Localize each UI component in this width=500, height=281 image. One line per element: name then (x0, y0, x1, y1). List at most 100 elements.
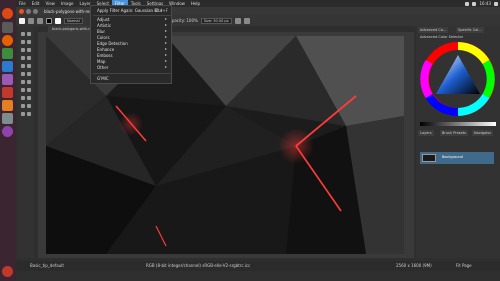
right-dock: Advanced Co... Specific Col... Advanced … (416, 26, 500, 258)
status-color-info: RGB (8-bit integer/channel) sRGB-elle-V2… (146, 263, 251, 268)
rectangle-tool-icon[interactable] (21, 56, 25, 60)
color-picker-tool-icon[interactable] (27, 88, 31, 92)
menu-edit[interactable]: Edit (29, 0, 43, 7)
ellipse-tool-icon[interactable] (27, 56, 31, 60)
submenu-arrow-icon (165, 24, 167, 26)
power-icon[interactable] (494, 1, 498, 6)
gradient-tool-icon[interactable] (27, 80, 31, 84)
transform-tool-icon[interactable] (21, 32, 25, 36)
tab-navigator[interactable]: Navigator (472, 130, 494, 136)
zoom-tool-icon[interactable] (21, 112, 25, 116)
network-icon[interactable] (465, 1, 470, 6)
open-document-icon[interactable] (28, 17, 34, 24)
value-slider[interactable] (420, 122, 496, 126)
submenu-arrow-icon (165, 42, 167, 44)
main-toolbar: Normal Opacity: 100% Size: 30.00 px (16, 15, 500, 26)
firefox-icon[interactable] (2, 35, 13, 46)
filter-gmic[interactable]: G'MIC (97, 76, 109, 81)
menu-file[interactable]: File (16, 0, 29, 7)
settings-icon[interactable] (2, 113, 13, 124)
system-tray: 16:43 (465, 0, 498, 7)
fill-tool-icon[interactable] (21, 88, 25, 92)
toolbox (18, 26, 34, 258)
menu-help[interactable]: Help (188, 0, 203, 7)
libreoffice-calc-icon[interactable] (2, 48, 13, 59)
status-dimensions: 2560 x 1600 (9M) (396, 263, 432, 268)
submenu-arrow-icon (165, 18, 167, 20)
rect-select-tool-icon[interactable] (21, 96, 25, 100)
color-wheel[interactable] (420, 42, 496, 116)
contiguous-select-tool-icon[interactable] (27, 104, 31, 108)
tab-layers[interactable]: Layers (418, 130, 434, 136)
clock[interactable]: 16:43 (479, 1, 491, 6)
minimize-icon[interactable] (26, 8, 31, 14)
menu-separator (93, 73, 171, 74)
submenu-arrow-icon (165, 60, 167, 62)
status-brush[interactable]: Basic_tip_default (30, 263, 64, 268)
filter-dropdown-menu: Apply Filter Again: Gaussian Blur Ctrl+F… (90, 5, 172, 84)
ellipse-select-tool-icon[interactable] (27, 96, 31, 100)
app-icon[interactable] (2, 87, 13, 98)
edit-shapes-tool-icon[interactable] (27, 40, 31, 44)
filter-artistic[interactable]: Artistic (97, 23, 111, 28)
foreground-color-swatch[interactable] (46, 17, 52, 24)
pan-tool-icon[interactable] (27, 112, 31, 116)
crop-tool-icon[interactable] (21, 80, 25, 84)
filter-edge-detection[interactable]: Edge Detection (97, 41, 128, 46)
maximize-icon[interactable] (33, 8, 38, 14)
app-icon[interactable] (2, 100, 13, 111)
apply-filter-again[interactable]: Apply Filter Again: Gaussian Blur (97, 8, 162, 13)
files-icon[interactable] (2, 22, 13, 33)
window-titlebar: black-polygons-with-red-edge... (modifie… (16, 7, 500, 15)
trash-icon[interactable] (2, 266, 13, 277)
menu-view[interactable]: View (42, 0, 58, 7)
tab-advanced-color[interactable]: Advanced Co... (418, 27, 449, 33)
polyline-tool-icon[interactable] (27, 64, 31, 68)
filter-adjust[interactable]: Adjust (97, 17, 110, 22)
filter-emboss[interactable]: Emboss (97, 53, 113, 58)
text-tool-icon[interactable] (21, 40, 25, 44)
filter-other[interactable]: Other (97, 65, 108, 70)
tab-brush-presets[interactable]: Brush Presets (440, 130, 468, 136)
software-center-icon[interactable] (2, 74, 13, 85)
freehand-select-tool-icon[interactable] (21, 104, 25, 108)
save-icon[interactable] (37, 17, 43, 24)
polygon-tool-icon[interactable] (21, 64, 25, 68)
blend-mode-select[interactable]: Normal (64, 17, 83, 24)
ubuntu-logo-icon[interactable] (2, 8, 13, 19)
move-tool-icon[interactable] (27, 32, 31, 36)
app-root: File Edit View Image Layer Select Filter… (0, 0, 500, 281)
submenu-arrow-icon (165, 54, 167, 56)
libreoffice-writer-icon[interactable] (2, 61, 13, 72)
submenu-arrow-icon (165, 48, 167, 50)
line-tool-icon[interactable] (27, 48, 31, 52)
filter-blur[interactable]: Blur (97, 29, 105, 34)
layer-name: Background (442, 155, 463, 159)
close-icon[interactable] (19, 8, 24, 14)
status-zoom[interactable]: Fit Page (456, 263, 472, 268)
tab-specific-color[interactable]: Specific Col... (456, 27, 484, 33)
status-bar: Basic_tip_default RGB (8-bit integer/cha… (16, 261, 500, 271)
submenu-arrow-icon (165, 36, 167, 38)
filter-map[interactable]: Map (97, 59, 105, 64)
menubar: File Edit View Image Layer Select Filter… (16, 0, 500, 7)
submenu-arrow-icon (165, 30, 167, 32)
mirror-horizontal-icon[interactable] (234, 17, 241, 24)
freehand-path-tool-icon[interactable] (27, 72, 31, 76)
volume-icon[interactable] (472, 1, 477, 6)
menu-separator (93, 15, 171, 16)
ubuntu-launcher (0, 0, 16, 281)
brush-tool-icon[interactable] (21, 48, 25, 52)
filter-colors[interactable]: Colors (97, 35, 110, 40)
layer-row[interactable]: Background (420, 152, 494, 164)
bezier-tool-icon[interactable] (21, 72, 25, 76)
layer-thumbnail (422, 154, 436, 162)
krita-icon[interactable] (2, 126, 13, 137)
background-color-swatch[interactable] (55, 17, 61, 24)
mirror-vertical-icon[interactable] (243, 17, 250, 24)
brush-size-slider[interactable]: Size: 30.00 px (200, 17, 232, 24)
opacity-slider[interactable]: Opacity: 100% (169, 18, 198, 23)
menu-image[interactable]: Image (58, 0, 77, 7)
new-document-icon[interactable] (19, 17, 25, 24)
filter-enhance[interactable]: Enhance (97, 47, 114, 52)
